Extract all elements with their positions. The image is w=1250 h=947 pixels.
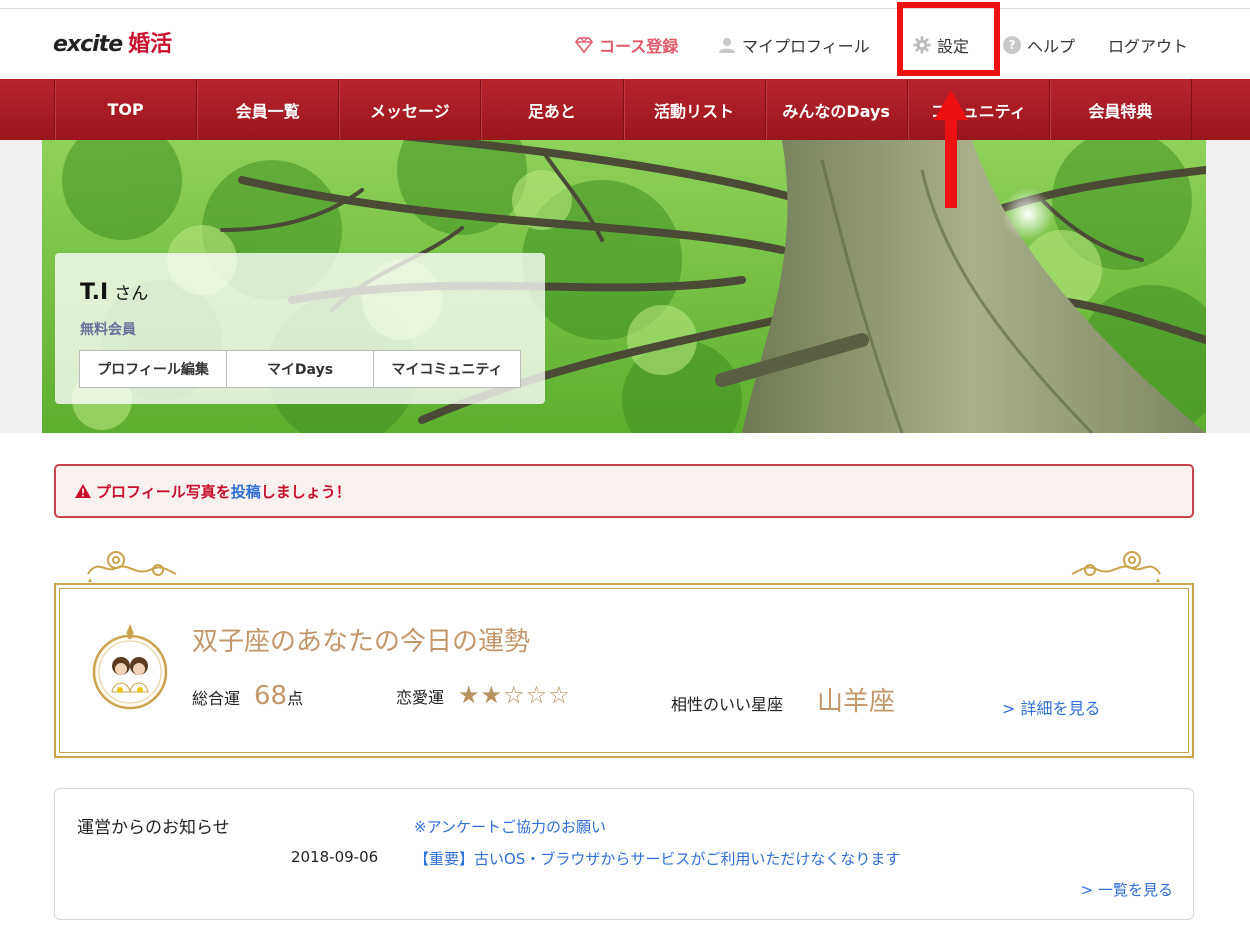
compatible-sign: 相性のいい星座 山羊座	[671, 681, 895, 718]
help-question-icon: ?	[1003, 36, 1021, 54]
top-border	[0, 0, 1250, 9]
alert-post-link[interactable]: 投稿	[231, 481, 261, 502]
star-empty-icon: ☆	[503, 681, 526, 709]
menu-members[interactable]: 会員一覧	[196, 79, 338, 140]
my-profile-label: マイプロフィール	[742, 37, 870, 56]
main-menu-bar: TOP 会員一覧 メッセージ 足あと 活動リスト みんなのDays コミュニティ 会員特典	[0, 79, 1250, 140]
notice-date: 2018-09-06	[291, 848, 379, 866]
diamond-icon	[575, 37, 593, 53]
warning-icon	[75, 484, 91, 498]
fortune-detail-link[interactable]: > 詳細を見る	[1002, 695, 1101, 719]
star-filled-icon: ★	[458, 681, 481, 709]
membership-status: 無料会員	[80, 322, 136, 338]
announcements-title: 運営からのお知らせ	[77, 818, 230, 838]
menu-footprints[interactable]: 足あと	[480, 79, 622, 140]
menu-community[interactable]: コミュニティ	[906, 79, 1049, 140]
profile-name-text: T.I	[80, 280, 109, 305]
love-label: 恋愛運	[396, 688, 445, 707]
profile-card: T.I さん 無料会員 プロフィール編集 マイDays マイコミュニティ	[55, 253, 545, 404]
star-empty-icon: ☆	[525, 681, 549, 709]
love-fortune: 恋愛運 ★★☆☆☆	[396, 681, 571, 709]
edit-profile-button[interactable]: プロフィール編集	[80, 351, 226, 387]
view-all-notices-link[interactable]: > 一覧を見る	[1081, 879, 1173, 900]
overall-score: 68	[254, 681, 288, 711]
course-register-label: コース登録	[599, 37, 679, 56]
ornament-left-icon	[87, 551, 177, 582]
logout-link[interactable]: ログアウト	[1108, 33, 1188, 57]
main-menu: TOP 会員一覧 メッセージ 足あと 活動リスト みんなのDays コミュニティ 会員特典	[54, 79, 1192, 140]
menu-messages[interactable]: メッセージ	[338, 79, 480, 140]
overall-label: 総合運	[192, 689, 241, 708]
profile-button-group: プロフィール編集 マイDays マイコミュニティ	[79, 350, 521, 388]
daily-fortune-box: 双子座のあなたの今日の運勢 総合運 68 点 恋愛運 ★★☆☆☆ 相性のいい星座 …	[54, 583, 1194, 758]
my-days-button[interactable]: マイDays	[226, 351, 373, 387]
logo-excite-text: excite	[53, 32, 123, 57]
announcements-box: 運営からのお知らせ ※アンケートご協力のお願い 2018-09-06 【重要】古…	[54, 788, 1194, 920]
menu-top[interactable]: TOP	[54, 79, 196, 140]
star-filled-icon: ★	[480, 681, 504, 709]
love-star-rating: ★★☆☆☆	[458, 681, 571, 709]
menu-member-benefits[interactable]: 会員特典	[1048, 79, 1192, 140]
compat-sign-value: 山羊座	[817, 687, 896, 717]
help-label: ヘルプ	[1027, 37, 1076, 56]
fortune-inner-frame	[59, 588, 1189, 753]
menu-activity-list[interactable]: 活動リスト	[622, 79, 765, 140]
fortune-title: 双子座のあなたの今日の運勢	[192, 627, 531, 657]
notice-link-important[interactable]: 【重要】古いOS・ブラウザからサービスがご利用いただけなくなります	[414, 848, 900, 869]
overall-fortune: 総合運 68 点	[192, 681, 303, 711]
up-arrow-annotation	[934, 90, 968, 208]
my-profile-link[interactable]: マイプロフィール	[718, 33, 870, 57]
logo-konkatsu-text: 婚活	[128, 32, 173, 57]
gemini-zodiac-icon	[92, 624, 168, 710]
alert-text-after: しましょう！	[260, 482, 351, 501]
settings-highlight-box	[897, 2, 1000, 76]
ornament-right-icon	[1071, 551, 1161, 582]
compat-label: 相性のいい星座	[671, 695, 784, 714]
logout-label: ログアウト	[1108, 37, 1189, 56]
person-icon	[719, 38, 735, 53]
profile-name: T.I さん	[80, 279, 148, 305]
menu-everyones-days[interactable]: みんなのDays	[764, 79, 907, 140]
course-register-link[interactable]: コース登録	[575, 33, 678, 57]
overall-unit: 点	[287, 689, 304, 708]
site-logo[interactable]: excite 婚活	[53, 26, 172, 58]
my-community-button[interactable]: マイコミュニティ	[373, 351, 520, 387]
alert-text-before: プロフィール写真を	[96, 482, 231, 501]
notice-link-survey[interactable]: ※アンケートご協力のお願い	[414, 816, 606, 837]
help-link[interactable]: ? ヘルプ	[1003, 33, 1075, 57]
profile-honorific: さん	[114, 284, 149, 304]
star-empty-icon: ☆	[548, 681, 571, 709]
photo-upload-alert: プロフィール写真を 投稿 しましょう！	[54, 464, 1194, 518]
